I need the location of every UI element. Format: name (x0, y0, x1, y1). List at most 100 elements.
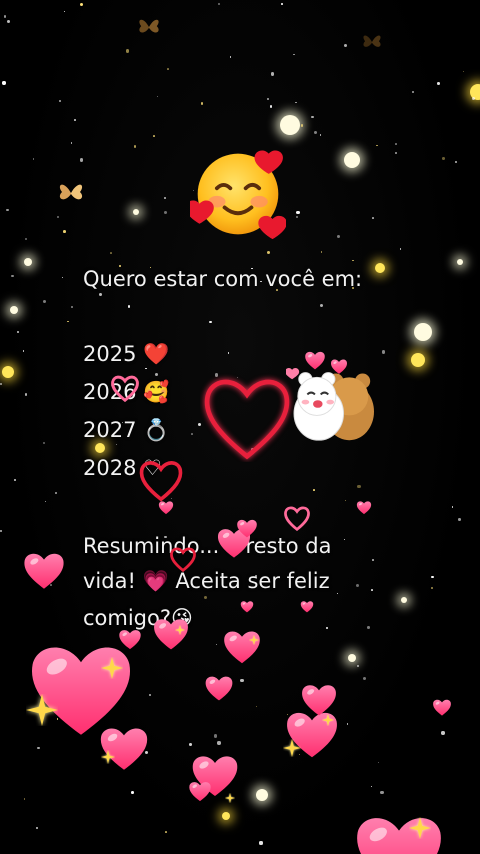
pink-heart-icon (100, 728, 148, 770)
star-dot (355, 583, 359, 587)
star-dot (163, 210, 168, 214)
star-dot (16, 330, 20, 333)
star-dot (227, 352, 229, 354)
pink-heart-icon (237, 519, 257, 538)
star-dot (62, 229, 66, 233)
glowing-star (256, 789, 268, 801)
star-dot (37, 747, 40, 750)
pink-heart-icon (330, 359, 348, 374)
star-dot (267, 251, 271, 255)
star-dot (217, 741, 221, 745)
star-dot (133, 144, 137, 148)
pink-heart-icon (302, 685, 336, 716)
star-dot (441, 731, 445, 735)
star-dot (370, 786, 373, 788)
star-dot (204, 595, 208, 599)
butterfly-icon (139, 19, 159, 33)
star-dot (2, 81, 6, 85)
star-dot (152, 135, 155, 138)
star-dot (255, 706, 257, 708)
star-dot (367, 625, 371, 629)
star-dot (319, 303, 324, 307)
star-dot (22, 350, 24, 352)
star-dot (145, 367, 147, 369)
outline-heart-icon (284, 506, 310, 531)
star-dot (310, 115, 314, 119)
star-dot (266, 98, 270, 101)
star-dot (70, 306, 73, 309)
star-dot (371, 558, 374, 561)
pink-heart-icon (224, 631, 260, 664)
year-line-2027: 2027 💍 (83, 417, 169, 443)
star-dot (25, 393, 28, 396)
pink-heart-icon (189, 782, 211, 802)
sparkle-icon (249, 635, 259, 645)
star-dot (42, 299, 46, 304)
closing-line-1: Resumindo... o resto da (83, 534, 332, 558)
star-dot (215, 643, 218, 645)
pink-heart-icon (240, 601, 254, 613)
star-dot (99, 293, 103, 297)
star-dot (313, 131, 318, 135)
star-dot (148, 694, 151, 697)
star-dot (437, 82, 441, 85)
year-line-2025: 2025 ❤️ (83, 341, 169, 367)
outline-heart-icon (170, 547, 196, 572)
star-dot (336, 593, 338, 595)
star-dot (188, 743, 192, 746)
star-dot (352, 259, 354, 262)
star-dot (74, 119, 76, 121)
star-dot (270, 72, 274, 76)
glowing-star (411, 353, 425, 367)
star-dot (343, 538, 346, 541)
background-scene: Quero estar com você em: 2025 ❤️ 2026 🥰 … (0, 0, 480, 854)
star-dot (6, 19, 11, 24)
star-dot (380, 790, 384, 795)
butterfly-icon (363, 35, 381, 47)
star-dot (214, 734, 218, 738)
star-dot (6, 208, 10, 212)
smiling-face-with-hearts-emoji: 🥰 (143, 380, 170, 404)
star-dot (451, 506, 454, 509)
star-dot (79, 158, 84, 162)
glowing-star (348, 654, 356, 662)
butterfly-icon (59, 184, 83, 200)
star-dot (281, 2, 283, 5)
star-dot (229, 56, 232, 59)
outline-heart-icon (139, 461, 183, 502)
star-dot (209, 320, 212, 324)
sparkle-icon (101, 657, 123, 679)
star-dot (13, 479, 17, 482)
star-dot (296, 216, 299, 219)
sparkle-icon (225, 793, 235, 803)
star-dot (63, 10, 65, 13)
star-dot (32, 158, 34, 160)
star-dot (346, 723, 349, 725)
year: 2027 (83, 418, 137, 442)
star-dot (382, 350, 386, 354)
star-dot (58, 99, 61, 102)
heading: Quero estar com você em: (83, 267, 363, 291)
hugging-bears-sticker (286, 367, 374, 441)
pink-heart-icon (205, 676, 233, 701)
star-dot (125, 49, 130, 53)
star-dot (292, 53, 295, 56)
glowing-star (133, 209, 139, 215)
star-dot (24, 237, 27, 240)
star-dot (431, 576, 434, 579)
pink-heart-icon (433, 699, 451, 716)
sparkle-icon (322, 714, 334, 726)
star-dot (79, 2, 83, 6)
ring-emoji: 💍 (143, 418, 170, 442)
smiling-face-with-hearts-icon (190, 150, 286, 240)
star-dot (295, 101, 297, 104)
star-dot (191, 433, 193, 436)
star-dot (115, 443, 118, 446)
star-dot (320, 251, 323, 253)
pink-heart-icon (24, 553, 64, 589)
star-dot (54, 492, 57, 495)
star-dot (377, 761, 379, 764)
glowing-star (10, 306, 18, 314)
outline-heart-icon (111, 375, 139, 402)
glowing-star (95, 443, 105, 453)
